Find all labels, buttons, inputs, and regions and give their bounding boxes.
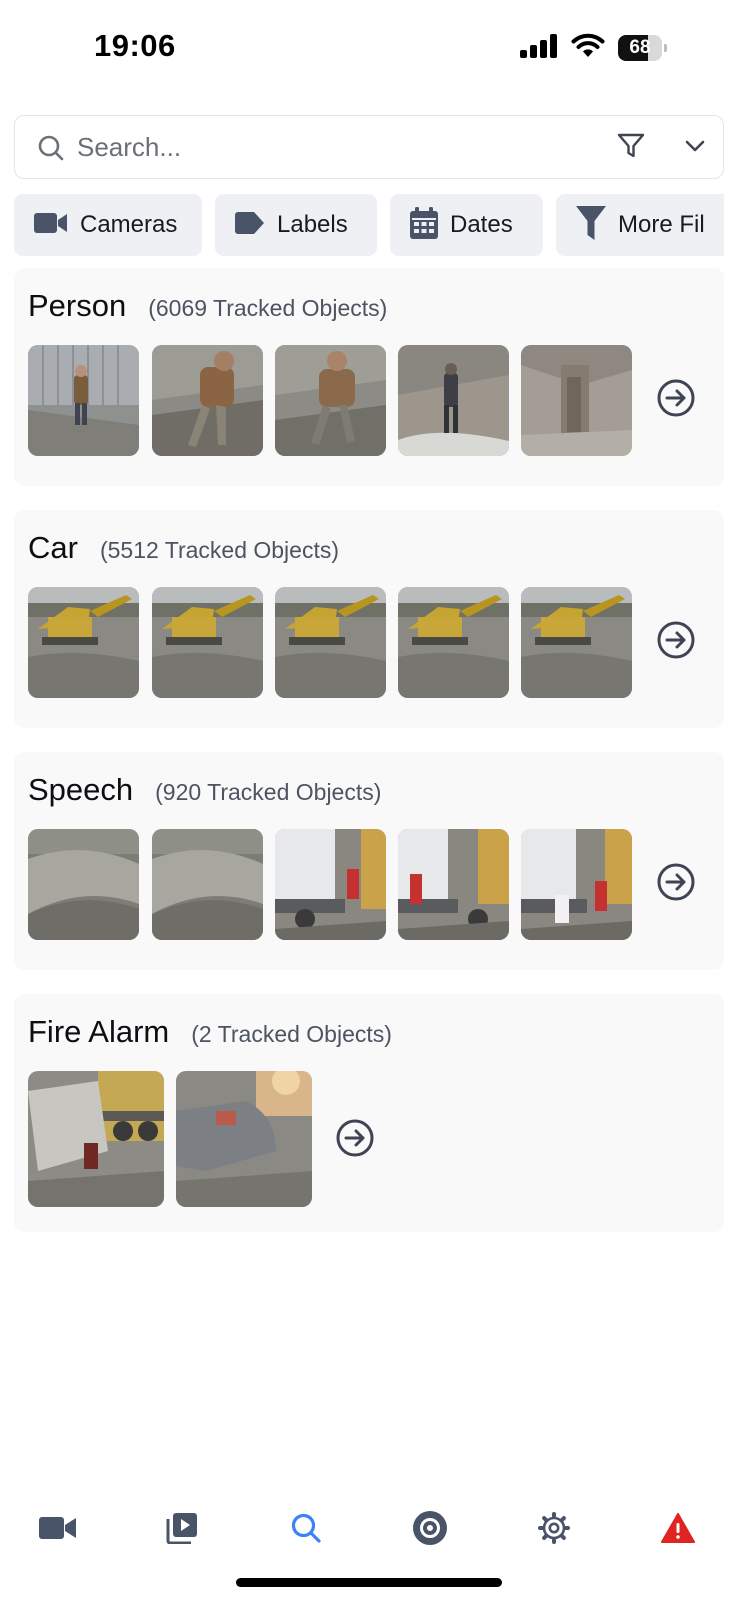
nav-settings[interactable] [532, 1508, 576, 1552]
thumbnail[interactable] [398, 587, 509, 698]
status-icons: 68 [520, 33, 667, 63]
battery-icon: 68 [618, 35, 667, 61]
home-indicator [236, 1578, 502, 1587]
filter-chip-label: More Fil [618, 211, 705, 238]
nav-review[interactable] [160, 1508, 204, 1552]
status-time: 19:06 [94, 28, 176, 63]
thumbnail[interactable] [275, 345, 386, 456]
record-disc-icon [412, 1510, 448, 1551]
thumbnail[interactable] [28, 587, 139, 698]
thumbnail[interactable] [152, 345, 263, 456]
funnel-outline-icon [616, 132, 646, 165]
arrow-right-circle-icon [656, 620, 696, 665]
nav-recordings[interactable] [408, 1508, 452, 1552]
filter-chips: Cameras Labels Dates More Fil [14, 194, 724, 256]
filter-chip-label: Cameras [80, 211, 178, 238]
thumbnail[interactable] [398, 345, 509, 456]
arrow-right-circle-icon [656, 862, 696, 907]
section-title: Speech (920 Tracked Objects) [28, 772, 381, 808]
section-title: Person (6069 Tracked Objects) [28, 288, 387, 324]
thumbnail[interactable] [275, 587, 386, 698]
section-more-button[interactable] [654, 862, 698, 906]
section-label: Person [28, 288, 127, 323]
thumbnail[interactable] [152, 829, 263, 940]
playback-icon [166, 1512, 198, 1549]
filter-chip-labels[interactable]: Labels [215, 194, 377, 256]
filter-chip-more-filters[interactable]: More Fil [556, 194, 724, 256]
alert-triangle-icon [661, 1512, 695, 1548]
section-count: (5512 Tracked Objects) [99, 537, 340, 563]
thumbnail[interactable] [28, 345, 139, 456]
arrow-right-circle-icon [656, 378, 696, 423]
thumbnail[interactable] [521, 345, 632, 456]
thumbnail[interactable] [28, 829, 139, 940]
search-options-button[interactable] [677, 130, 713, 166]
section-count: (6069 Tracked Objects) [148, 295, 388, 321]
status-bar: 19:06 68 [0, 0, 738, 100]
video-camera-icon [34, 211, 68, 240]
wifi-icon [571, 33, 605, 63]
nav-alerts[interactable] [656, 1508, 700, 1552]
filter-chip-label: Dates [450, 211, 513, 238]
calendar-icon [410, 206, 438, 244]
section-more-button[interactable] [654, 620, 698, 664]
thumbnail[interactable] [275, 829, 386, 940]
section-title: Fire Alarm (2 Tracked Objects) [28, 1014, 392, 1050]
video-camera-icon [39, 1515, 77, 1546]
thumbnail[interactable] [152, 587, 263, 698]
section-title: Car (5512 Tracked Objects) [28, 530, 339, 566]
thumbnail[interactable] [398, 829, 509, 940]
thumbnail[interactable] [28, 1071, 164, 1207]
gear-icon [537, 1511, 571, 1550]
section-car: Car (5512 Tracked Objects) [14, 510, 724, 728]
section-label: Speech [28, 772, 134, 807]
section-label: Car [28, 530, 78, 565]
search-filter-button[interactable] [613, 130, 649, 166]
nav-explore[interactable] [284, 1508, 328, 1552]
section-fire-alarm: Fire Alarm (2 Tracked Objects) [14, 994, 724, 1232]
filter-chip-label: Labels [277, 211, 348, 238]
filter-icon [576, 205, 606, 245]
battery-level: 68 [629, 37, 651, 58]
search-bar[interactable] [14, 115, 724, 179]
section-person: Person (6069 Tracked Objects) [14, 268, 724, 486]
search-icon [37, 134, 65, 167]
search-input[interactable] [77, 126, 597, 168]
arrow-right-circle-icon [335, 1118, 375, 1163]
thumbnail[interactable] [521, 587, 632, 698]
search-icon [290, 1512, 322, 1549]
cellular-signal-icon [520, 33, 558, 63]
nav-live[interactable] [36, 1508, 80, 1552]
thumbnail[interactable] [521, 829, 632, 940]
section-label: Fire Alarm [28, 1014, 170, 1049]
tag-icon [235, 211, 265, 239]
chevron-down-icon [684, 139, 706, 158]
filter-chip-dates[interactable]: Dates [390, 194, 543, 256]
filter-chip-cameras[interactable]: Cameras [14, 194, 202, 256]
section-more-button[interactable] [654, 378, 698, 422]
section-count: (2 Tracked Objects) [191, 1021, 392, 1047]
section-more-button[interactable] [333, 1118, 377, 1162]
section-speech: Speech (920 Tracked Objects) [14, 752, 724, 970]
section-count: (920 Tracked Objects) [155, 779, 382, 805]
thumbnail[interactable] [176, 1071, 312, 1207]
bottom-nav [0, 1500, 738, 1560]
